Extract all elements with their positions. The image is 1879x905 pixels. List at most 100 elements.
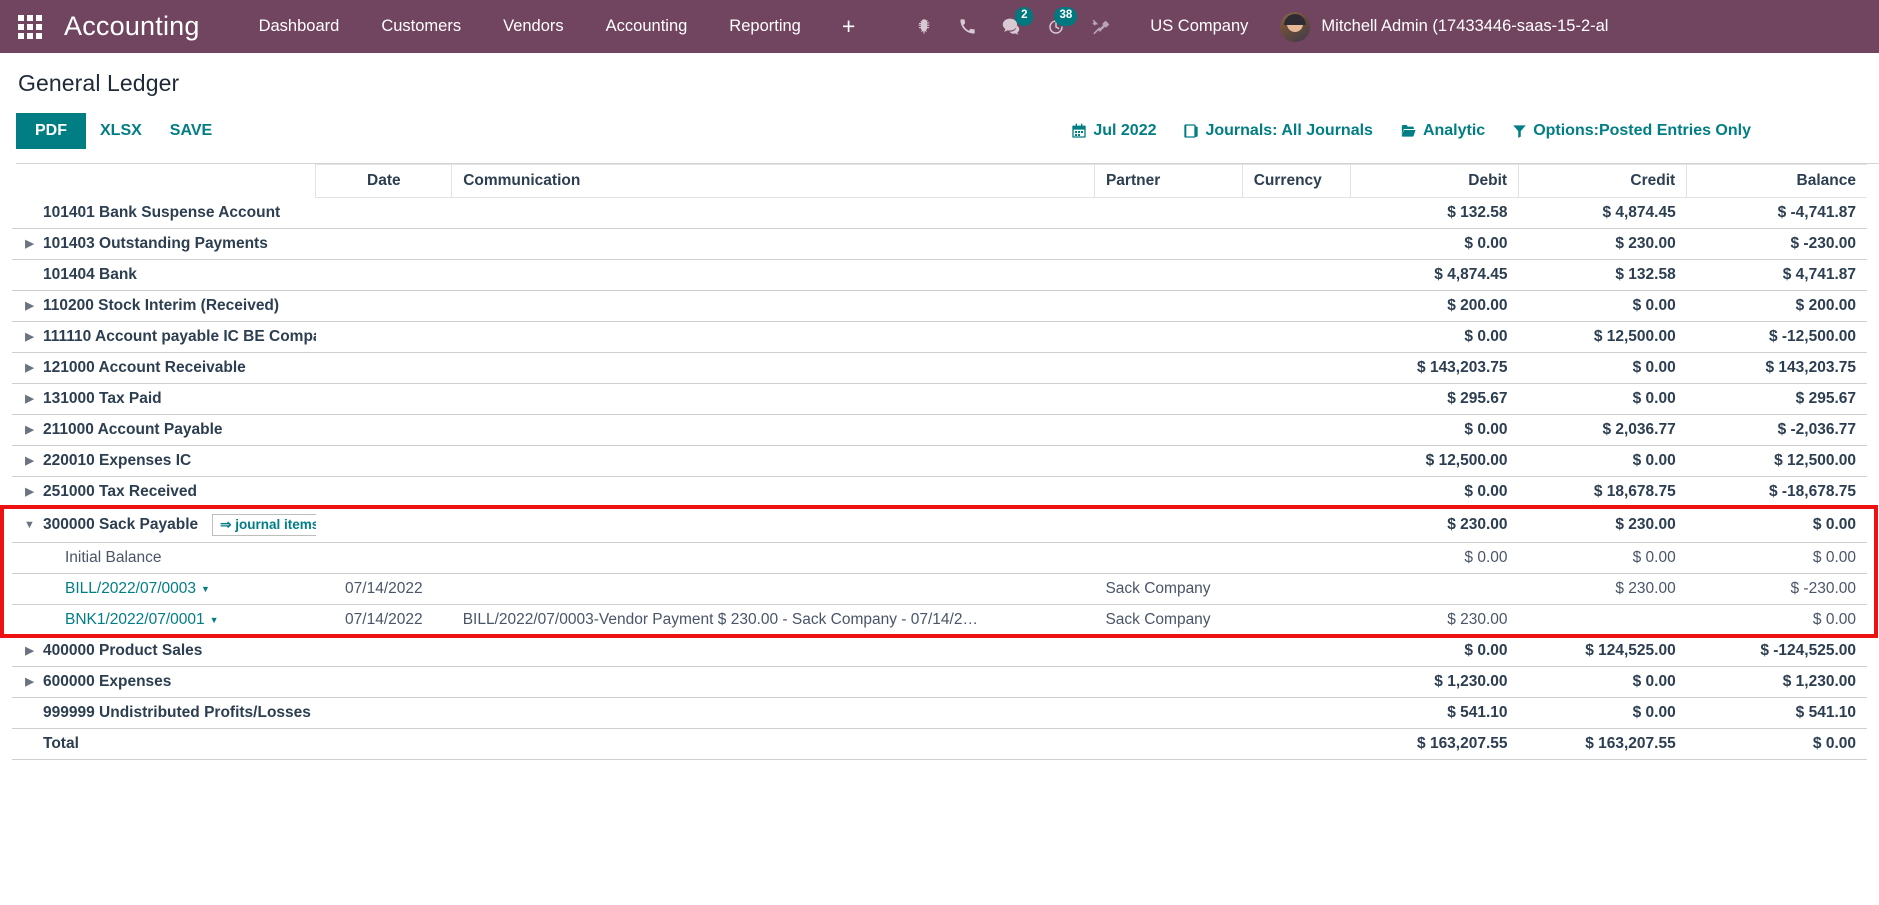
messages-icon[interactable]: 2 <box>989 0 1034 53</box>
cell-credit: $ 230.00 <box>1518 573 1687 605</box>
nav-item-customers[interactable]: Customers <box>360 0 482 53</box>
caret-right-icon[interactable]: ▶ <box>23 331 36 343</box>
book-icon <box>1183 123 1199 139</box>
app-brand-accounting[interactable]: Accounting <box>64 11 200 42</box>
cell-debit: $ 0.00 <box>1350 414 1519 446</box>
ledger-table-head: Date Communication Partner Currency Debi… <box>12 164 1867 198</box>
activities-clock-icon[interactable]: 38 <box>1034 0 1078 53</box>
move-name-link[interactable]: BNK1/2022/07/0001 ▼ <box>65 611 219 629</box>
caret-right-icon[interactable]: ▶ <box>23 455 36 467</box>
cell-currency <box>1242 445 1351 477</box>
cell-debit: $ 4,874.45 <box>1350 259 1519 291</box>
cell-credit: $ 230.00 <box>1518 507 1687 543</box>
cell-balance: $ 0.00 <box>1686 604 1867 636</box>
cell-balance: $ -18,678.75 <box>1686 476 1867 508</box>
cell-total-label: Total <box>12 728 316 760</box>
table-header-row: Date Communication Partner Currency Debi… <box>12 164 1867 198</box>
account-label: 251000 Tax Received <box>43 483 197 500</box>
top-navbar: Accounting Dashboard Customers Vendors A… <box>0 0 1879 53</box>
chevron-down-icon[interactable]: ▼ <box>201 584 210 594</box>
nav-item-reporting[interactable]: Reporting <box>708 0 822 53</box>
cell-partner <box>1094 666 1243 698</box>
table-row[interactable]: ▶ 101403 Outstanding Payments $ 0.00 $ 230.… <box>12 228 1867 260</box>
journal-items-button[interactable]: ⇒ journal items <box>212 514 316 536</box>
filter-date-period[interactable]: Jul 2022 <box>1071 122 1156 140</box>
cell-communication <box>451 542 1095 574</box>
cell-date <box>315 666 452 698</box>
col-header-account <box>12 165 316 198</box>
table-row[interactable]: 101401 Bank Suspense Account $ 132.58 $ 4,… <box>12 197 1867 229</box>
cell-currency <box>1242 666 1351 698</box>
caret-right-icon[interactable]: ▶ <box>23 393 36 405</box>
cell-account-name: ▶ 121000 Account Receivable <box>12 352 316 384</box>
export-xlsx-button[interactable]: XLSX <box>86 113 156 149</box>
nav-item-dashboard[interactable]: Dashboard <box>238 0 361 53</box>
cell-balance: $ -12,500.00 <box>1686 321 1867 353</box>
cell-account-name: BILL/2022/07/0003 ▼ <box>12 573 316 605</box>
cell-date <box>315 321 452 353</box>
table-row[interactable]: ▶ 251000 Tax Received $ 0.00 $ 18,678.75 $ -… <box>12 476 1867 508</box>
filter-options[interactable]: Options:Posted Entries Only <box>1512 122 1751 140</box>
filter-date-label: Jul 2022 <box>1093 122 1157 139</box>
cell-total-debit: $ 163,207.55 <box>1350 728 1519 760</box>
cell-currency <box>1242 414 1351 446</box>
table-row[interactable]: ▶ 121000 Account Receivable $ 143,203.75 $ … <box>12 352 1867 384</box>
cell-credit: $ 132.58 <box>1518 259 1687 291</box>
cell-balance: $ 0.00 <box>1686 542 1867 574</box>
ledger-table-body: 101401 Bank Suspense Account $ 132.58 $ 4,… <box>12 197 1867 760</box>
cell-debit: $ 12,500.00 <box>1350 445 1519 477</box>
cell-date <box>315 697 452 729</box>
nav-add-button[interactable]: + <box>822 0 875 53</box>
export-pdf-button[interactable]: PDF <box>16 112 86 150</box>
cell-balance: $ -230.00 <box>1686 228 1867 260</box>
table-row[interactable]: ▼ 300000 Sack Payable ⇒ journal items $ 230… <box>12 507 1867 543</box>
caret-right-icon[interactable]: ▶ <box>23 362 36 374</box>
filter-journals[interactable]: Journals: All Journals <box>1183 122 1373 140</box>
table-row[interactable]: Initial Balance $ 0.00 $ 0.00 $ 0.00 <box>12 542 1867 574</box>
cell-currency <box>1242 352 1351 384</box>
cell-credit: $ 0.00 <box>1518 383 1687 415</box>
filter-analytic[interactable]: Analytic <box>1400 122 1485 140</box>
table-row[interactable]: ▶ 600000 Expenses $ 1,230.00 $ 0.00 $ 1,230.… <box>12 666 1867 698</box>
table-row[interactable]: BNK1/2022/07/0001 ▼ 07/14/2022 BILL/2022/07… <box>12 604 1867 636</box>
caret-right-icon[interactable]: ▶ <box>23 424 36 436</box>
nav-item-accounting[interactable]: Accounting <box>585 0 709 53</box>
caret-right-icon[interactable]: ▶ <box>23 676 36 688</box>
apps-grid-icon <box>18 14 42 39</box>
table-row[interactable]: ▶ 131000 Tax Paid $ 295.67 $ 0.00 $ 295.67 <box>12 383 1867 415</box>
table-row[interactable]: BILL/2022/07/0003 ▼ 07/14/2022 Sack Company… <box>12 573 1867 605</box>
save-button[interactable]: SAVE <box>156 113 226 149</box>
move-name-link[interactable]: BILL/2022/07/0003 ▼ <box>65 580 210 598</box>
user-menu[interactable]: Mitchell Admin (17433446-saas-15-2-al <box>1266 11 1879 42</box>
cell-credit: $ 0.00 <box>1518 697 1687 729</box>
cell-credit: $ 0.00 <box>1518 542 1687 574</box>
apps-menu-toggle[interactable] <box>10 0 50 53</box>
caret-right-icon[interactable]: ▶ <box>23 486 36 498</box>
caret-down-icon[interactable]: ▼ <box>23 519 36 531</box>
account-label: 111110 Account payable IC BE Company <box>43 328 316 345</box>
calendar-icon <box>1071 123 1087 139</box>
table-row[interactable]: ▶ 220010 Expenses IC $ 12,500.00 $ 0.00 $ 12… <box>12 445 1867 477</box>
nav-item-vendors[interactable]: Vendors <box>482 0 585 53</box>
caret-right-icon[interactable]: ▶ <box>23 300 36 312</box>
caret-right-icon[interactable]: ▶ <box>23 238 36 250</box>
table-row[interactable]: ▶ 110200 Stock Interim (Received) $ 200.00… <box>12 290 1867 322</box>
table-row[interactable]: ▶ 211000 Account Payable $ 0.00 $ 2,036.77 $… <box>12 414 1867 446</box>
table-row[interactable]: 999999 Undistributed Profits/Losses $ 541… <box>12 697 1867 729</box>
table-row[interactable]: ▶ 400000 Product Sales $ 0.00 $ 124,525.00 $… <box>12 635 1867 667</box>
table-row[interactable]: ▶ 111110 Account payable IC BE Company $ 0… <box>12 321 1867 353</box>
caret-right-icon[interactable]: ▶ <box>23 645 36 657</box>
account-label: 110200 Stock Interim (Received) <box>43 297 280 314</box>
account-label: 211000 Account Payable <box>43 421 223 438</box>
table-row[interactable]: 101404 Bank $ 4,874.45 $ 132.58 $ 4,741.87 <box>12 259 1867 291</box>
bug-icon[interactable] <box>903 0 946 53</box>
chevron-down-icon[interactable]: ▼ <box>210 615 219 625</box>
cell-debit: $ 230.00 <box>1350 604 1519 636</box>
tools-icon[interactable] <box>1078 0 1122 53</box>
col-header-debit: Debit <box>1349 164 1519 198</box>
cell-balance: $ -230.00 <box>1686 573 1867 605</box>
phone-icon[interactable] <box>946 0 989 53</box>
filter-icon <box>1512 123 1527 139</box>
company-switcher[interactable]: US Company <box>1132 0 1266 53</box>
report-toolbar: PDF XLSX SAVE Jul 2022 Journals: All Jou… <box>16 110 1879 152</box>
